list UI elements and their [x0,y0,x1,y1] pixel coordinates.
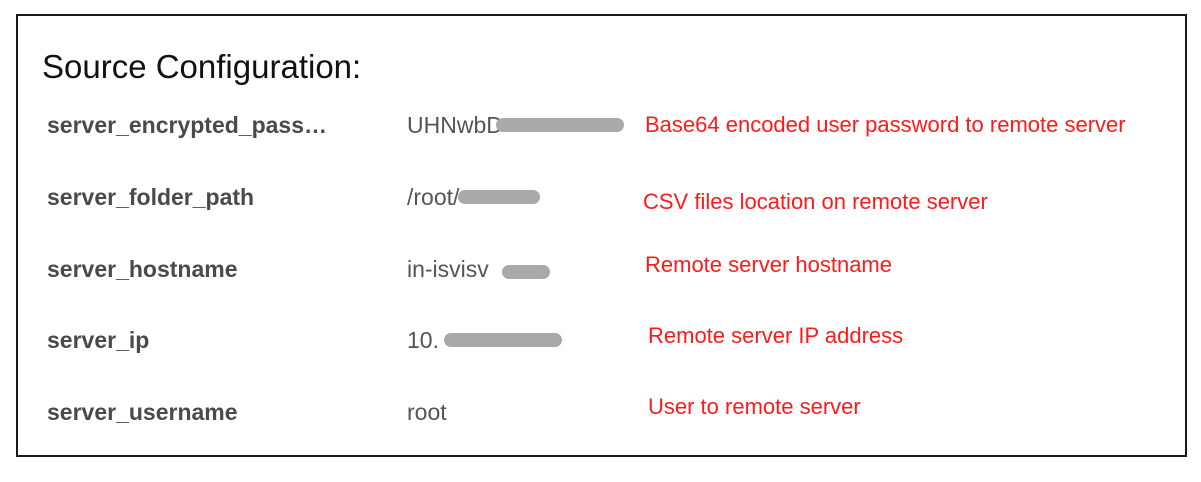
redaction-blur [458,190,540,204]
config-key: server_encrypted_pass… [47,112,327,138]
config-key: server_username [47,399,238,425]
config-value: root [407,399,447,425]
config-row-username: server_username root User to remote serv… [18,394,1185,439]
annotation-note: Base64 encoded user password to remote s… [645,112,1126,137]
redaction-blur [496,118,624,132]
config-value: UHNwbD [407,112,503,138]
config-key: server_hostname [47,256,238,282]
source-configuration-panel: Source Configuration: server_encrypted_p… [16,14,1187,457]
annotation-note: CSV files location on remote server [643,189,988,214]
config-value: /root/ [407,184,460,210]
config-key: server_ip [47,327,150,353]
config-row-ip: server_ip 10. Remote server IP address [18,323,1185,367]
redaction-blur [502,265,550,279]
config-row-folder-path: server_folder_path /root/ CSV files loca… [18,184,1185,224]
config-key: server_folder_path [47,184,255,210]
panel-title: Source Configuration: [42,48,362,85]
annotation-note: Remote server IP address [648,323,904,348]
redaction-blur [444,333,562,347]
annotation-note: Remote server hostname [645,252,892,277]
config-value: 10. [407,327,439,353]
annotation-note: User to remote server [648,394,861,419]
config-row-encrypted-password: server_encrypted_pass… UHNwbD Base64 enc… [18,112,1185,152]
config-row-hostname: server_hostname in-isvisv Remote server … [18,252,1185,296]
config-value: in-isvisv [407,256,489,282]
